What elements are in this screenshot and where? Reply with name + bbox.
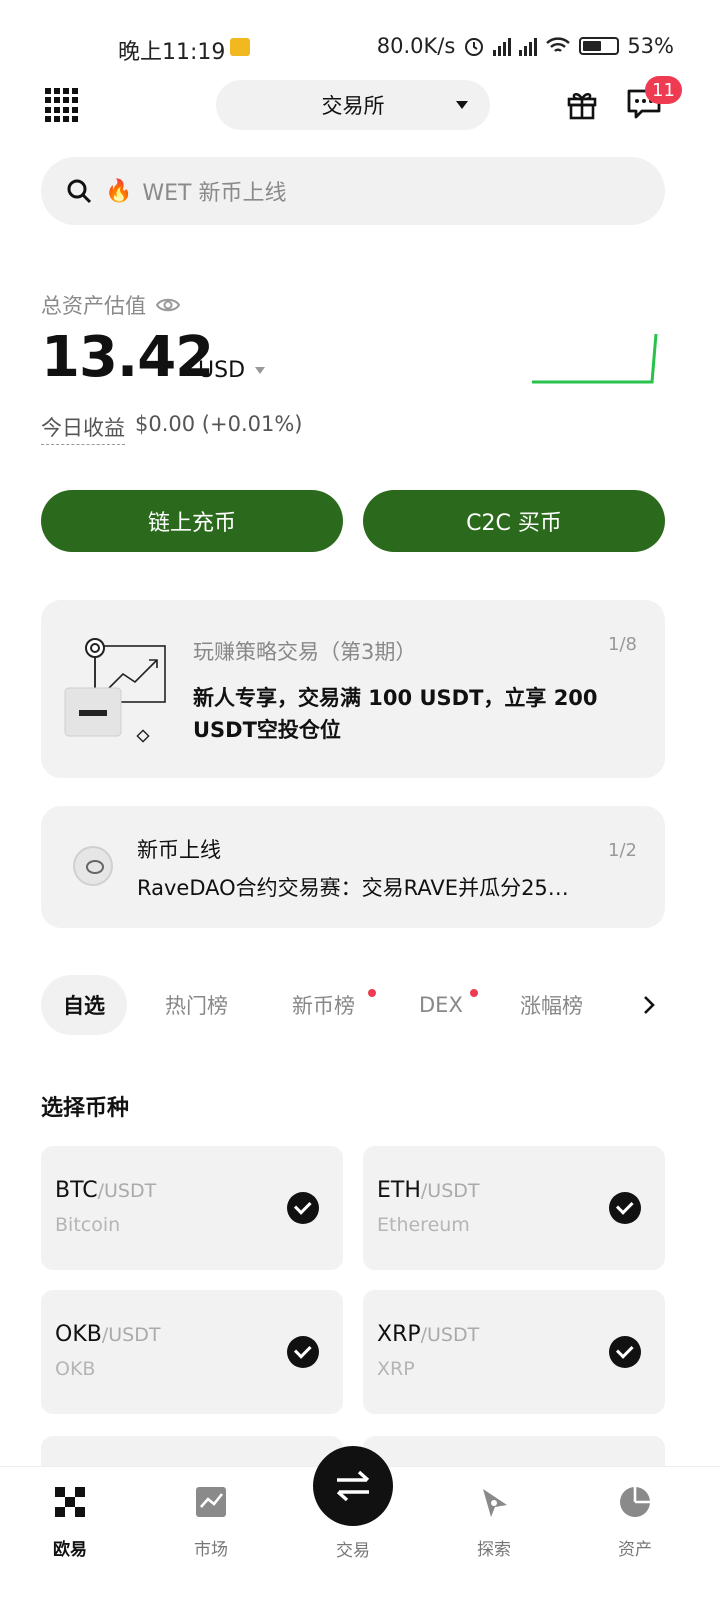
total-assets-text: 总资产估值 — [41, 294, 146, 318]
mode-switcher[interactable]: 交易所 — [216, 80, 490, 130]
today-pnl-label[interactable]: 今日收益 — [41, 412, 125, 445]
fire-icon: 🔥 — [105, 178, 133, 204]
currency-selector[interactable]: USD — [198, 358, 266, 383]
search-bar[interactable]: 🔥 WET 新币上线 — [41, 157, 665, 225]
search-icon — [67, 179, 92, 204]
check-icon[interactable] — [609, 1192, 641, 1224]
new-dot — [368, 989, 376, 997]
eye-icon[interactable] — [156, 296, 180, 314]
coin-card-okb[interactable]: OKB/USDT OKB — [41, 1290, 343, 1414]
mail-notification-icon — [230, 38, 250, 56]
coin-card-btc[interactable]: BTC/USDT Bitcoin — [41, 1146, 343, 1270]
new-dot — [470, 989, 478, 997]
rave-coin-icon — [73, 846, 113, 886]
signal-icon-2 — [519, 36, 538, 56]
coin-name: Ethereum — [377, 1214, 470, 1236]
total-assets-amount: 13.42 — [41, 325, 214, 390]
news-body: RaveDAO合约交易赛：交易RAVE并瓜分25… — [137, 876, 569, 900]
mode-label: 交易所 — [321, 94, 385, 118]
swap-icon — [336, 1470, 370, 1502]
check-icon[interactable] — [287, 1192, 319, 1224]
compass-icon — [483, 1489, 507, 1517]
pie-chart-icon — [620, 1487, 650, 1517]
okx-logo-icon — [55, 1487, 85, 1517]
tab-dex[interactable]: DEX — [419, 975, 463, 1035]
alarm-icon — [465, 38, 484, 56]
news-pager: 1/2 — [608, 840, 637, 861]
asset-sparkline — [532, 333, 658, 384]
total-assets-label: 总资产估值 — [41, 290, 180, 320]
nav-explore-label: 探索 — [477, 1540, 511, 1560]
coin-card-xrp[interactable]: XRP/USDT XRP — [363, 1290, 665, 1414]
nav-market-label: 市场 — [194, 1540, 228, 1560]
nav-home[interactable]: 欧易 — [20, 1485, 120, 1581]
chevron-right-icon[interactable] — [639, 993, 659, 1017]
coin-symbol: ETH/USDT — [377, 1178, 480, 1203]
promo-card[interactable]: 玩赚策略交易（第3期） 新人专享，交易满 100 USDT，立享 200 USD… — [41, 600, 665, 778]
currency-label: USD — [198, 358, 246, 383]
coin-card-eth[interactable]: ETH/USDT Ethereum — [363, 1146, 665, 1270]
coin-symbol: OKB/USDT — [55, 1322, 161, 1347]
strategy-trade-illustration — [64, 638, 166, 743]
check-icon[interactable] — [609, 1336, 641, 1368]
apps-grid-icon[interactable] — [45, 88, 79, 122]
notification-badge: 11 — [645, 76, 682, 104]
news-card[interactable]: 新币上线 RaveDAO合约交易赛：交易RAVE并瓜分25… 1/2 — [41, 806, 665, 928]
search-placeholder: WET 新币上线 — [142, 181, 287, 206]
promo-body: 新人专享，交易满 100 USDT，立享 200 USDT空投仓位 — [193, 686, 598, 742]
promo-title: 玩赚策略交易（第3期） — [193, 640, 417, 664]
nav-trade-label: 交易 — [336, 1541, 370, 1561]
coin-name: XRP — [377, 1358, 415, 1380]
nav-assets-label: 资产 — [618, 1540, 652, 1560]
section-title: 选择币种 — [41, 1096, 130, 1121]
caret-down-icon — [456, 101, 468, 109]
tab-gainers[interactable]: 涨幅榜 — [520, 975, 583, 1035]
tab-hot[interactable]: 热门榜 — [165, 975, 228, 1035]
c2c-buy-button[interactable]: C2C 买币 — [363, 490, 665, 552]
status-time: 晚上11:19 — [118, 40, 226, 65]
battery-percent: 53% — [627, 34, 674, 58]
today-pnl-value: $0.00 (+0.01%) — [135, 412, 303, 436]
promo-pager: 1/8 — [608, 634, 637, 655]
market-chart-icon — [196, 1487, 226, 1517]
deposit-button[interactable]: 链上充币 — [41, 490, 343, 552]
trade-button[interactable] — [313, 1446, 393, 1526]
coin-name: OKB — [55, 1358, 96, 1380]
tab-new-listings[interactable]: 新币榜 — [292, 975, 355, 1035]
market-tabs: 自选 热门榜 新币榜 DEX 涨幅榜 — [41, 975, 681, 1035]
net-speed: 80.0K/s — [376, 34, 456, 58]
nav-market[interactable]: 市场 — [161, 1485, 261, 1581]
caret-down-icon — [255, 367, 266, 374]
news-title: 新币上线 — [137, 838, 221, 862]
nav-home-label: 欧易 — [53, 1540, 87, 1560]
coin-name: Bitcoin — [55, 1214, 121, 1236]
wifi-icon — [546, 37, 571, 52]
today-pnl: 今日收益 $0.00 (+0.01%) — [41, 412, 303, 445]
signal-icon — [493, 36, 512, 56]
nav-assets[interactable]: 资产 — [585, 1485, 685, 1581]
tab-watchlist[interactable]: 自选 — [41, 975, 127, 1035]
battery-icon — [579, 37, 620, 55]
check-icon[interactable] — [287, 1336, 319, 1368]
gift-icon[interactable] — [566, 88, 598, 120]
status-right: 80.0K/s 53% — [377, 34, 674, 58]
coin-symbol: XRP/USDT — [377, 1322, 480, 1347]
nav-explore[interactable]: 探索 — [444, 1485, 544, 1581]
coin-symbol: BTC/USDT — [55, 1178, 157, 1203]
